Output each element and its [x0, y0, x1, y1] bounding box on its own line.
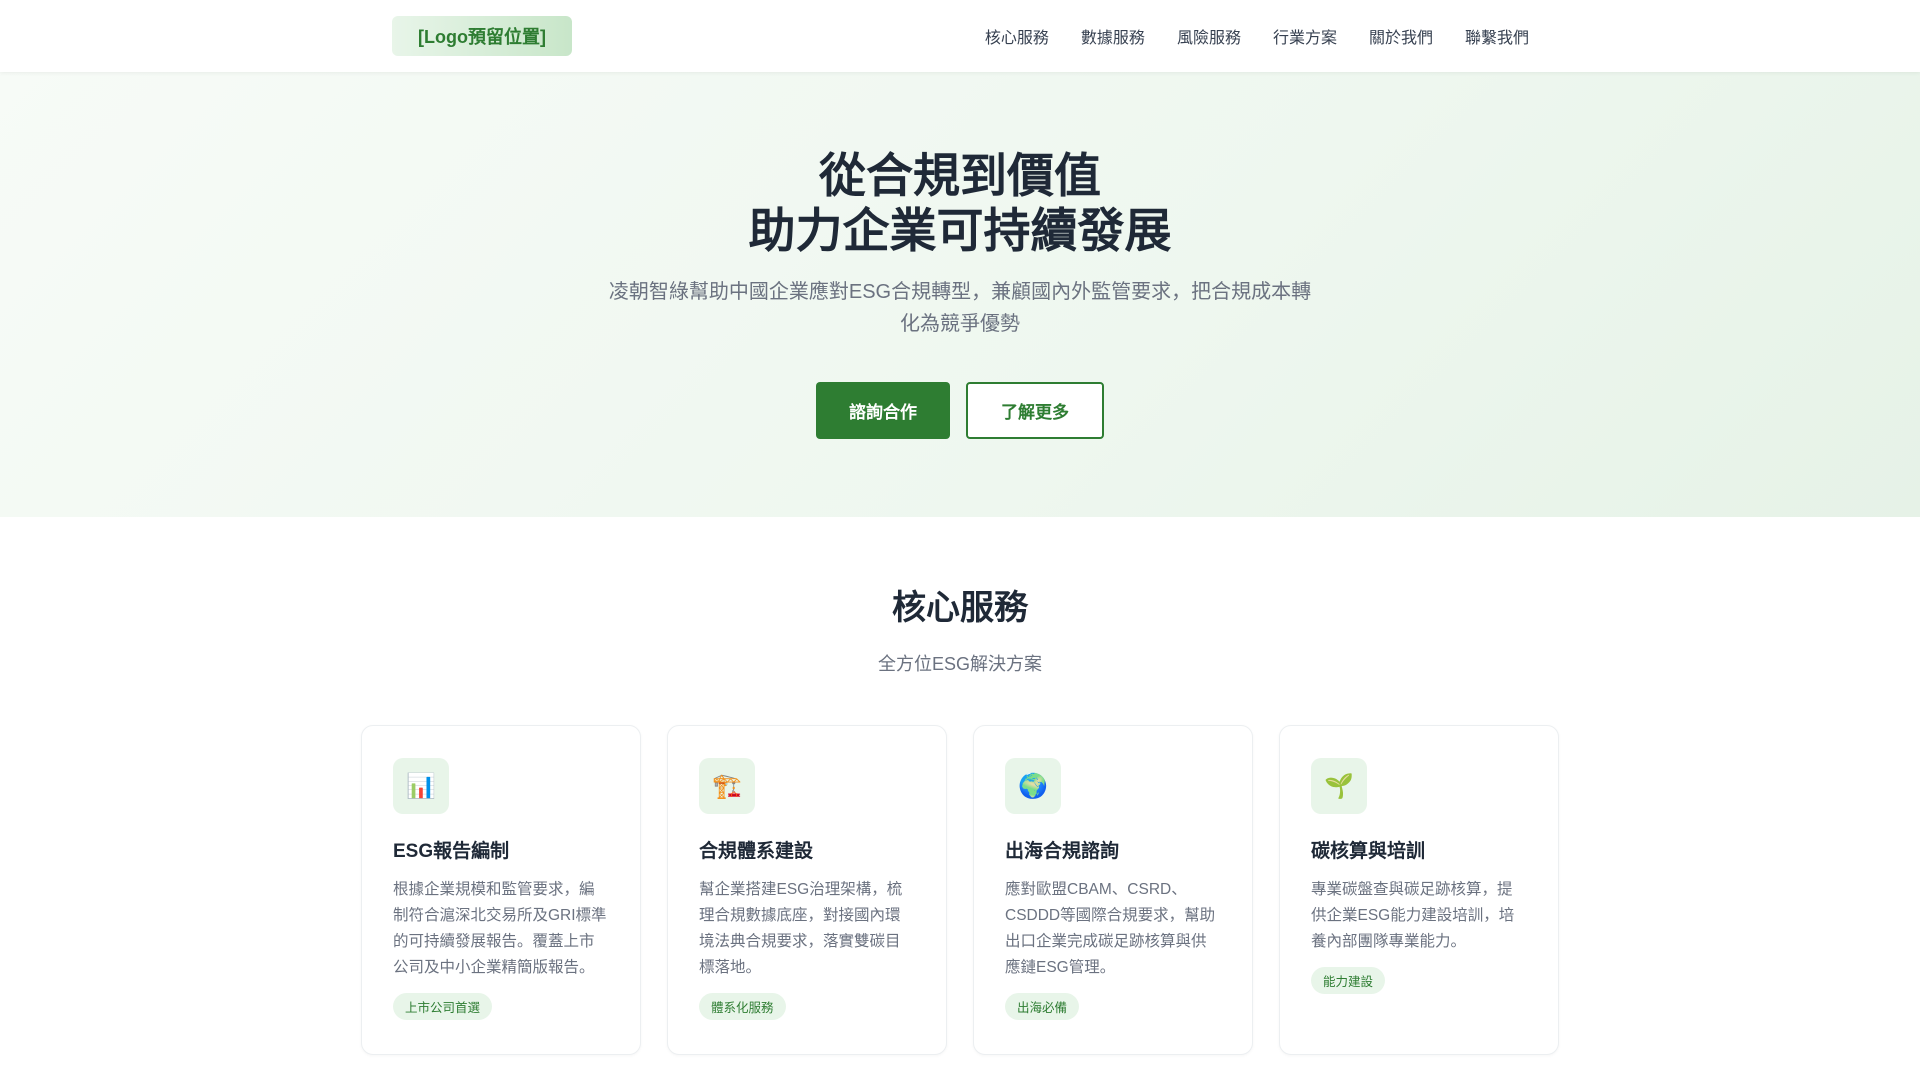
hero-buttons: 諮詢合作 了解更多 [0, 382, 1920, 439]
service-card-carbon-accounting[interactable]: 🌱 碳核算與培訓 專業碳盤查與碳足跡核算，提供企業ESG能力建設培訓，培養內部團… [1279, 725, 1559, 1055]
card-title: 碳核算與培訓 [1311, 841, 1426, 862]
card-tag: 能力建設 [1311, 967, 1386, 994]
section-title: 核心服務 [892, 589, 1028, 627]
service-card-overseas-compliance[interactable]: 🌍 出海合規諮詢 應對歐盟CBAM、CSRD、CSDDD等國際合規要求，幫助出口… [973, 725, 1253, 1055]
card-tag: 體系化服務 [699, 993, 786, 1020]
hero-title-line2: 助力企業可持續發展 [748, 204, 1172, 257]
nav-item-contact-us[interactable]: 聯繫我們 [1465, 24, 1529, 48]
nav-item-about-us[interactable]: 關於我們 [1369, 24, 1433, 48]
nav-item-data-services[interactable]: 數據服務 [1081, 24, 1145, 48]
card-description: 根據企業規模和監管要求，編制符合滬深北交易所及GRI標準的可持續發展報告。覆蓋上… [393, 881, 607, 976]
service-card-esg-report[interactable]: 📊 ESG報告編制 根據企業規模和監管要求，編制符合滬深北交易所及GRI標準的可… [361, 725, 641, 1055]
seedling-icon: 🌱 [1311, 758, 1367, 814]
card-description: 應對歐盟CBAM、CSRD、CSDDD等國際合規要求，幫助出口企業完成碳足跡核算… [1005, 881, 1216, 976]
nav-menu: 核心服務 數據服務 風險服務 行業方案 關於我們 聯繫我們 [985, 0, 1529, 72]
bar-chart-icon: 📊 [393, 758, 449, 814]
logo[interactable]: [Logo預留位置] [392, 16, 572, 56]
construction-crane-icon: 🏗️ [699, 758, 755, 814]
card-tag: 上市公司首選 [393, 993, 493, 1020]
nav-item-industry-solutions[interactable]: 行業方案 [1273, 24, 1337, 48]
hero-title-line1: 從合規到價值 [819, 149, 1101, 202]
card-description: 幫企業搭建ESG治理架構，梳理合規數據底座，對接國內環境法典合規要求，落實雙碳目… [699, 881, 903, 976]
section-subtitle: 全方位ESG解決方案 [877, 654, 1042, 674]
hero-title: 從合規到價值 助力企業可持續發展 [0, 148, 1920, 258]
hero-subtitle: 凌朝智綠幫助中國企業應對ESG合規轉型，兼顧國內外監管要求，把合規成本轉化為競爭… [608, 281, 1312, 335]
hero-section: 從合規到價值 助力企業可持續發展 凌朝智綠幫助中國企業應對ESG合規轉型，兼顧國內… [0, 72, 1920, 517]
top-navbar: [Logo預留位置] 核心服務 數據服務 風險服務 行業方案 關於我們 聯繫我們 [0, 0, 1920, 72]
consult-button[interactable]: 諮詢合作 [816, 382, 950, 439]
nav-item-risk-services[interactable]: 風險服務 [1177, 24, 1241, 48]
card-tag: 出海必備 [1005, 993, 1080, 1020]
card-description: 專業碳盤查與碳足跡核算，提供企業ESG能力建設培訓，培養內部團隊專業能力。 [1311, 881, 1515, 950]
card-title: 合規體系建設 [699, 841, 814, 862]
nav-item-core-services[interactable]: 核心服務 [985, 24, 1049, 48]
service-cards: 📊 ESG報告編制 根據企業規模和監管要求，編制符合滬深北交易所及GRI標準的可… [361, 725, 1559, 1055]
card-title: ESG報告編制 [393, 841, 510, 862]
globe-icon: 🌍 [1005, 758, 1061, 814]
service-card-compliance-system[interactable]: 🏗️ 合規體系建設 幫企業搭建ESG治理架構，梳理合規數據底座，對接國內環境法典… [667, 725, 947, 1055]
card-title: 出海合規諮詢 [1005, 841, 1120, 862]
learn-more-button[interactable]: 了解更多 [966, 382, 1104, 439]
